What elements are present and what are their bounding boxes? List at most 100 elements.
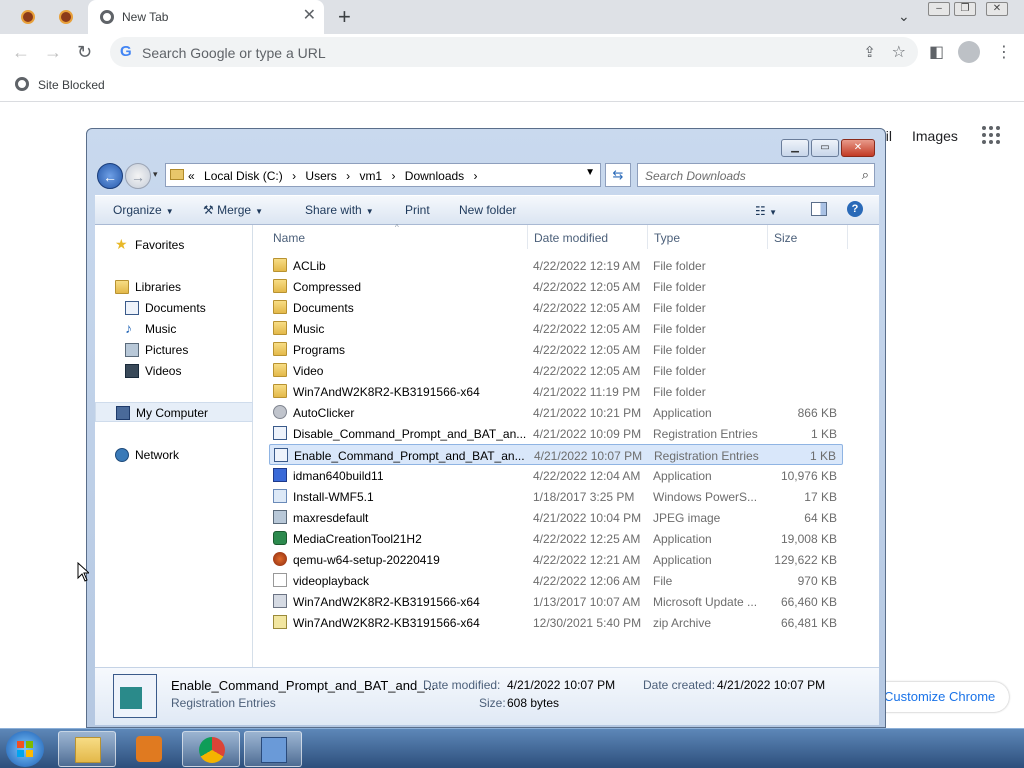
nav-videos[interactable]: Videos (95, 361, 253, 381)
file-date: 4/22/2022 12:05 AM (533, 364, 641, 378)
breadcrumb-vm1[interactable]: vm1 (359, 169, 382, 183)
file-type: File folder (653, 322, 706, 336)
start-button[interactable] (6, 731, 44, 767)
nav-documents[interactable]: Documents (95, 298, 253, 318)
breadcrumb-downloads[interactable]: Downloads (405, 169, 464, 183)
table-row[interactable]: ACLib 4/22/2022 12:19 AM File folder (269, 255, 843, 276)
forward-arrow-icon[interactable]: → (44, 42, 62, 63)
close-tab-icon[interactable]: ✕ (303, 8, 316, 24)
table-row[interactable]: Disable_Command_Prompt_and_BAT_an... 4/21… (269, 423, 843, 444)
file-date: 4/21/2022 10:21 PM (533, 406, 642, 420)
restore-window-button[interactable]: ❐ (954, 2, 976, 16)
file-type: JPEG image (653, 511, 721, 525)
search-downloads-input[interactable]: Search Downloads ⌕ (637, 163, 875, 187)
breadcrumb-separator[interactable]: › (474, 169, 478, 183)
nav-favorites[interactable]: ★ Favorites (95, 235, 253, 255)
explorer-back-icon[interactable]: ← (97, 163, 123, 189)
table-row[interactable]: Win7AndW2K8R2-KB3191566-x64 4/21/2022 11:… (269, 381, 843, 402)
table-row[interactable]: Documents 4/22/2022 12:05 AM File folder (269, 297, 843, 318)
omnibox[interactable]: G Search Google or type a URL ⇪ ☆ (110, 37, 918, 67)
nav-pictures[interactable]: Pictures (95, 340, 253, 360)
refresh-icon[interactable]: ⇆ (605, 163, 631, 187)
share-icon[interactable]: ⇪ (863, 43, 876, 61)
file-type: Windows PowerS... (653, 490, 758, 504)
side-panel-icon[interactable]: ◧ (929, 42, 944, 62)
new-tab-button[interactable]: + (338, 4, 351, 30)
column-header-name[interactable]: Name (273, 231, 305, 245)
table-row[interactable]: MediaCreationTool21H2 4/22/2022 12:25 AM A… (269, 528, 843, 549)
explorer-close-button[interactable]: ✕ (841, 139, 875, 157)
customize-chrome-button[interactable]: Customize Chrome (870, 682, 1010, 712)
bookmarks-bar: Site Blocked (0, 70, 1024, 102)
reload-icon[interactable]: ↻ (77, 42, 92, 63)
file-name: Programs (293, 343, 346, 357)
google-apps-icon[interactable] (982, 126, 1000, 144)
column-header-size[interactable]: Size (774, 231, 797, 245)
table-row[interactable]: qemu-w64-setup-20220419 4/22/2022 12:21 A… (269, 549, 843, 570)
table-row[interactable]: maxresdefault 4/21/2022 10:04 PM JPEG imag… (269, 507, 843, 528)
bookmark-star-icon[interactable]: ☆ (892, 42, 906, 62)
tab-search-chevron-icon[interactable]: ⌄ (898, 8, 910, 25)
print-button[interactable]: Print (405, 203, 430, 217)
merge-icon: ⚒ (203, 203, 218, 217)
nav-music[interactable]: ♪ Music (95, 319, 253, 339)
taskbar-control-panel-button[interactable] (244, 731, 302, 767)
table-row[interactable]: AutoClicker 4/21/2022 10:21 PM Application… (269, 402, 843, 423)
explorer-maximize-button[interactable]: ▭ (811, 139, 839, 157)
explorer-minimize-button[interactable]: ▁ (781, 139, 809, 157)
table-row[interactable]: Install-WMF5.1 1/18/2017 3:25 PM Windows P… (269, 486, 843, 507)
nav-libraries[interactable]: Libraries (95, 277, 253, 297)
back-arrow-icon[interactable]: ← (12, 42, 30, 63)
file-date: 4/22/2022 12:25 AM (533, 532, 641, 546)
table-row[interactable]: Programs 4/22/2022 12:05 AM File folder (269, 339, 843, 360)
taskbar-explorer-button[interactable] (58, 731, 116, 767)
search-icon[interactable]: ⌕ (862, 167, 869, 183)
bookmark-site-blocked[interactable]: Site Blocked (38, 78, 105, 92)
share-with-button[interactable]: Share with ▼ (305, 203, 374, 217)
explorer-window: ▁ ▭ ✕ ← → ▾ « Local Disk (C:) › Users › … (86, 128, 886, 728)
breadcrumb-separator[interactable]: › (391, 169, 395, 183)
table-row[interactable]: Win7AndW2K8R2-KB3191566-x64 1/13/2017 10:… (269, 591, 843, 612)
file-name: idman640build11 (293, 469, 384, 483)
minimize-window-button[interactable]: – (928, 2, 950, 16)
explorer-forward-icon[interactable]: → (125, 163, 151, 189)
chrome-menu-icon[interactable]: ⋮ (996, 42, 1012, 62)
merge-button[interactable]: ⚒ Merge ▼ (203, 203, 263, 217)
breadcrumb-local-disk[interactable]: Local Disk (C:) (204, 169, 283, 183)
file-date: 4/22/2022 12:05 AM (533, 322, 641, 336)
table-row[interactable]: idman640build11 4/22/2022 12:04 AM Applica… (269, 465, 843, 486)
recent-pages-chevron-icon[interactable]: ▾ (153, 169, 158, 180)
table-row[interactable]: Music 4/22/2022 12:05 AM File folder (269, 318, 843, 339)
breadcrumb-users[interactable]: Users (305, 169, 336, 183)
new-folder-button[interactable]: New folder (459, 203, 516, 217)
preview-pane-icon[interactable] (811, 202, 827, 216)
table-row-selected[interactable]: Enable_Command_Prompt_and_BAT_an... 4/21/… (269, 444, 843, 465)
address-dropdown-icon[interactable]: ▼ (585, 167, 595, 178)
address-bar[interactable]: « Local Disk (C:) › Users › vm1 › Downlo… (165, 163, 601, 187)
command-bar: Organize ▼ ⚒ Merge ▼ Share with ▼ Print New… (95, 195, 879, 225)
explorer-folder-icon (75, 737, 101, 763)
pinned-tab-2[interactable] (56, 7, 76, 27)
images-link[interactable]: Images (912, 128, 958, 144)
profile-avatar[interactable] (958, 41, 980, 63)
taskbar-media-player-button[interactable] (120, 731, 178, 767)
close-window-button[interactable]: ✕ (986, 2, 1008, 16)
breadcrumb-separator[interactable]: › (292, 169, 296, 183)
tab-new-tab[interactable]: New Tab ✕ (88, 0, 324, 34)
nav-my-computer[interactable]: My Computer (95, 402, 253, 422)
organize-button[interactable]: Organize ▼ (113, 203, 174, 217)
table-row[interactable]: Win7AndW2K8R2-KB3191566-x64 12/30/2021 5:… (269, 612, 843, 633)
table-row[interactable]: Video 4/22/2022 12:05 AM File folder (269, 360, 843, 381)
pinned-tab-1[interactable] (18, 7, 38, 27)
table-row[interactable]: videoplayback 4/22/2022 12:06 AM File 970 K… (269, 570, 843, 591)
explorer-body: ★ Favorites Libraries Documents ♪ Music … (95, 223, 879, 667)
help-icon[interactable]: ? (847, 201, 863, 217)
change-view-icon[interactable]: ☷ ▼ (755, 204, 777, 218)
column-header-date[interactable]: Date modified (534, 231, 608, 245)
breadcrumb-separator[interactable]: › (346, 169, 350, 183)
taskbar-chrome-button[interactable] (182, 731, 240, 767)
breadcrumb-overflow[interactable]: « (188, 169, 195, 183)
nav-network[interactable]: Network (95, 445, 253, 465)
column-header-type[interactable]: Type (654, 231, 680, 245)
table-row[interactable]: Compressed 4/22/2022 12:05 AM File folder (269, 276, 843, 297)
